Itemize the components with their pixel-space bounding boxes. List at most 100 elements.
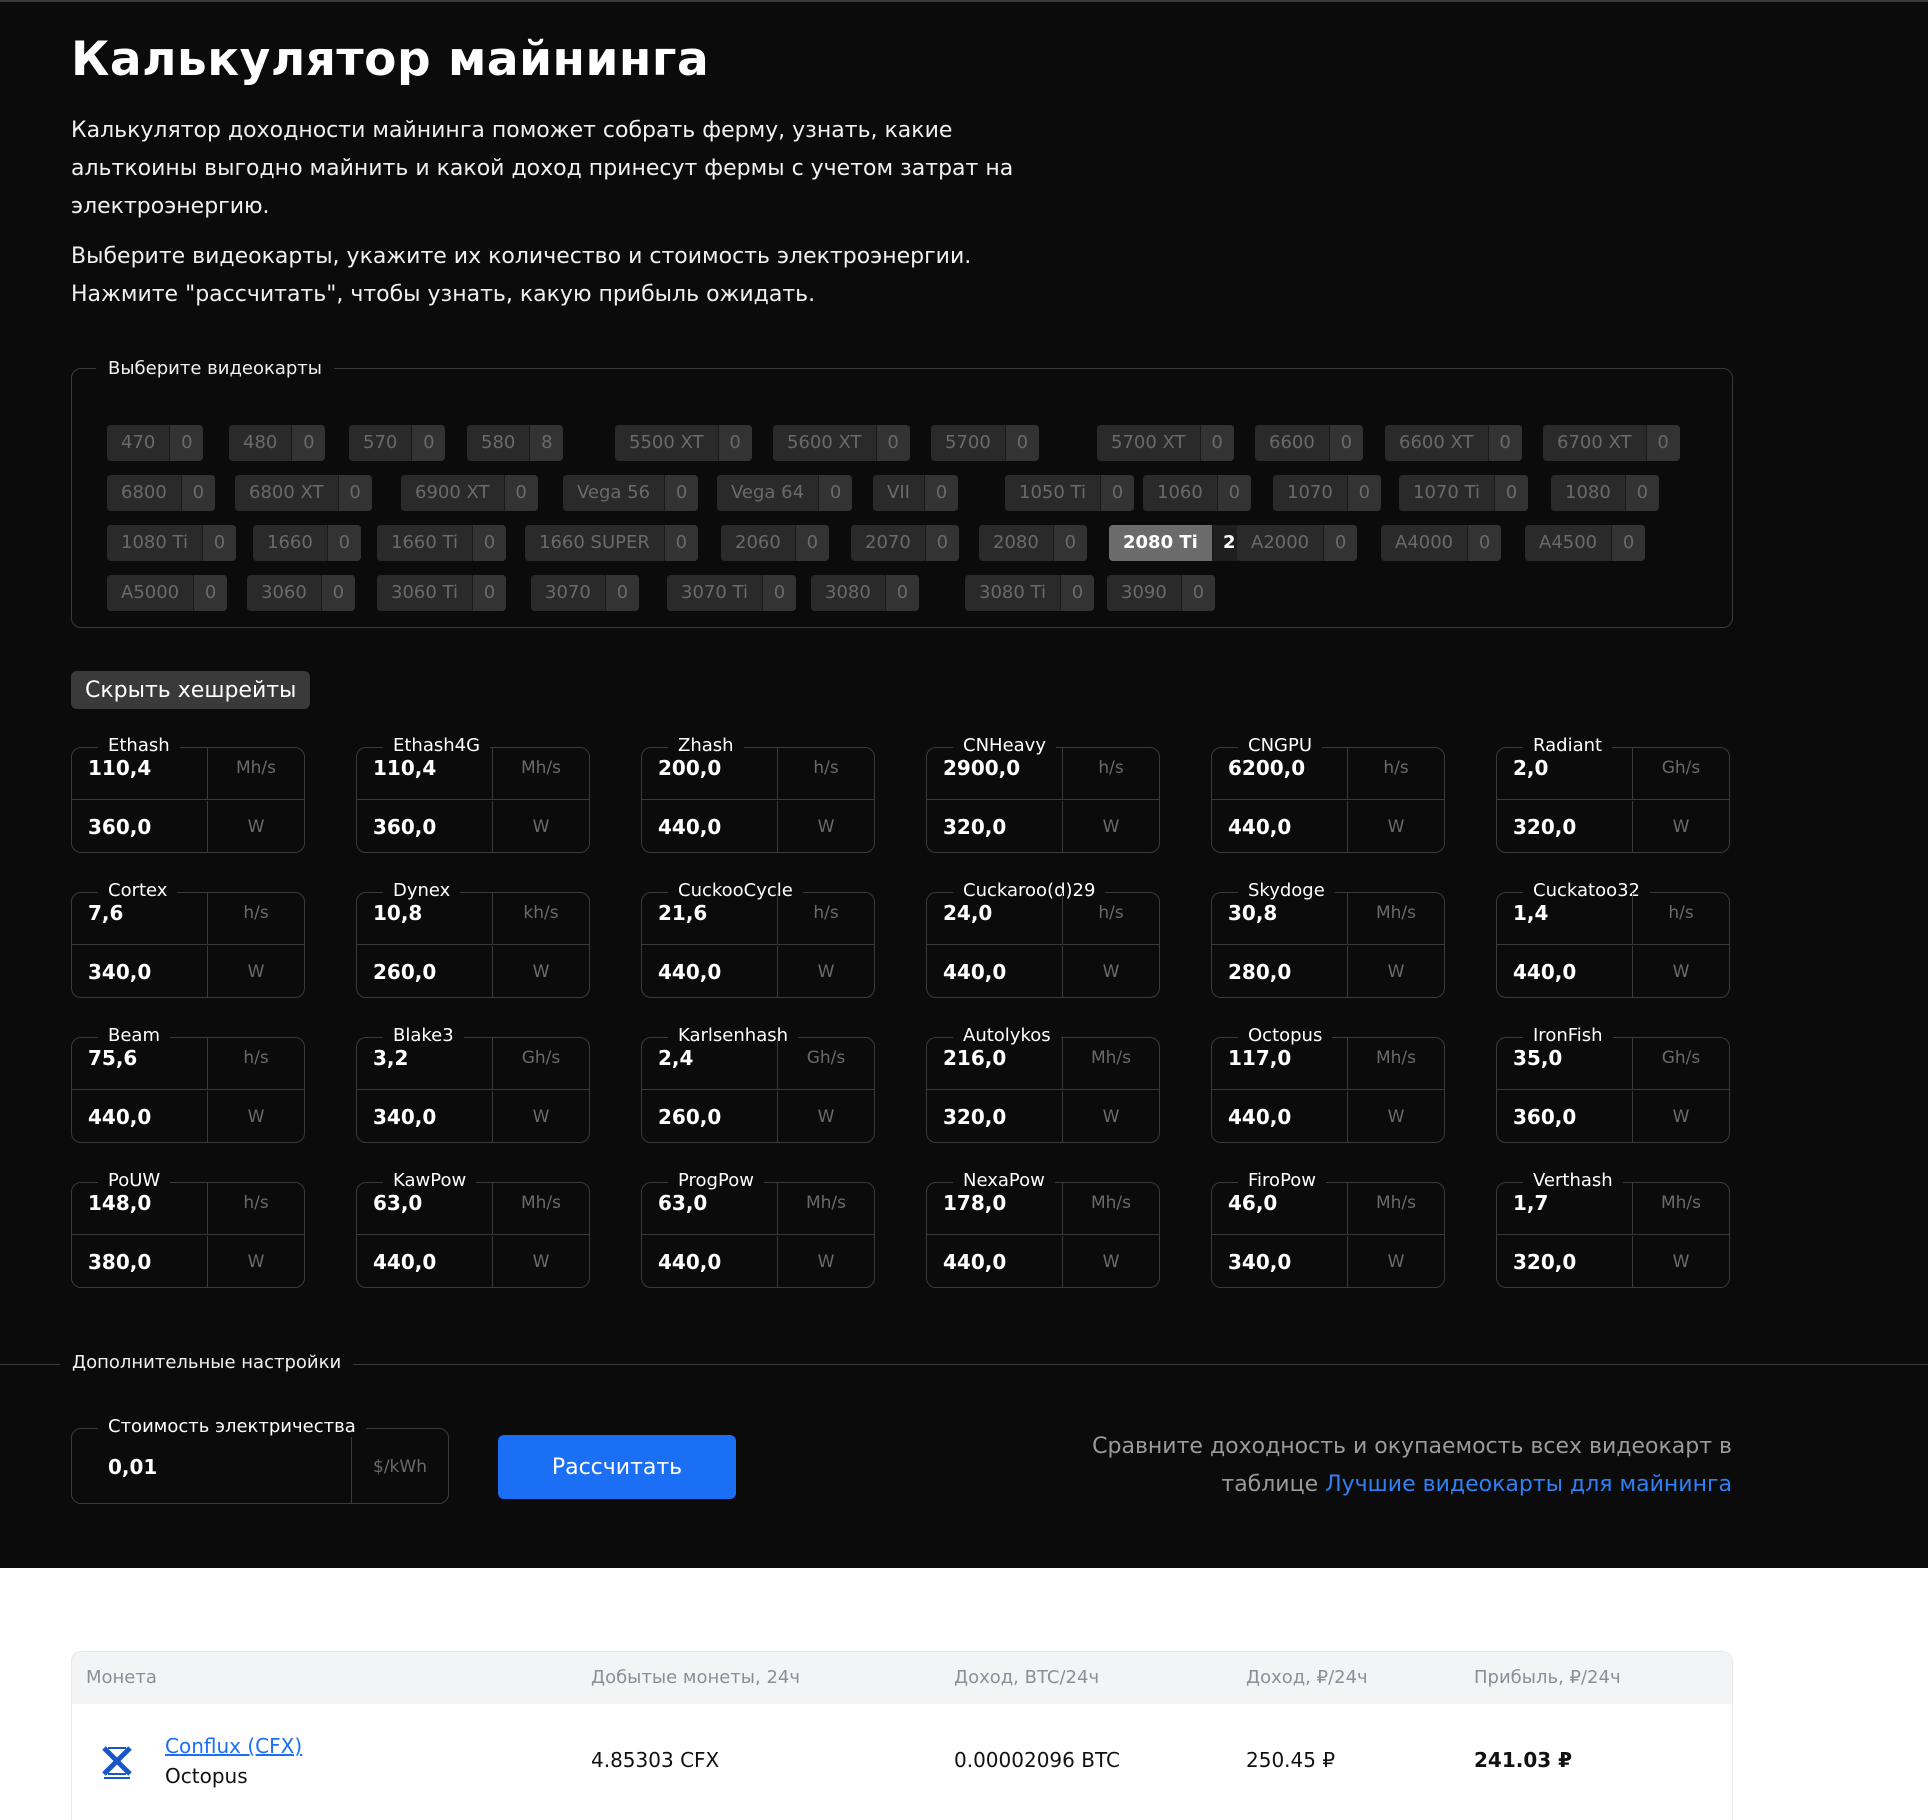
gpu-chip-count[interactable]: 0 [818, 475, 853, 511]
power-input[interactable]: 440,0 [1212, 801, 1348, 853]
hashrate-input[interactable]: 63,0 [642, 1183, 778, 1234]
hashrate-input[interactable]: 117,0 [1212, 1038, 1348, 1089]
hashrate-input[interactable]: 6200,0 [1212, 748, 1348, 799]
hashrate-input[interactable]: 46,0 [1212, 1183, 1348, 1234]
gpu-chip-count[interactable]: 0 [664, 475, 699, 511]
gpu-chip-count[interactable]: 0 [1099, 475, 1134, 511]
gpu-chip[interactable]: 3080 Ti 0 [965, 575, 1094, 611]
hashrate-input[interactable]: 7,6 [72, 893, 208, 944]
power-input[interactable]: 320,0 [927, 1091, 1063, 1143]
hashrate-input[interactable]: 2,0 [1497, 748, 1633, 799]
gpu-chip-count[interactable]: 0 [1323, 525, 1358, 561]
gpu-chip-count[interactable]: 0 [924, 525, 959, 561]
gpu-chip-count[interactable]: 0 [663, 525, 698, 561]
gpu-chip[interactable]: 1660 0 [253, 525, 361, 561]
hashrate-input[interactable]: 110,4 [72, 748, 208, 799]
gpu-chip[interactable]: A5000 0 [107, 575, 228, 611]
gpu-chip[interactable]: 6700 XT 0 [1543, 425, 1680, 461]
gpu-chip-count[interactable]: 0 [291, 425, 326, 461]
gpu-chip[interactable]: 5500 XT 0 [615, 425, 752, 461]
gpu-chip-count[interactable]: 0 [1004, 425, 1039, 461]
power-input[interactable]: 440,0 [927, 1236, 1063, 1288]
hashrate-input[interactable]: 75,6 [72, 1038, 208, 1089]
hashrate-input[interactable]: 35,0 [1497, 1038, 1633, 1089]
gpu-chip[interactable]: Vega 56 0 [563, 475, 699, 511]
power-input[interactable]: 360,0 [357, 801, 493, 853]
gpu-chip-count[interactable]: 0 [1216, 475, 1251, 511]
gpu-chip-count[interactable]: 0 [320, 575, 355, 611]
gpu-chip-count[interactable]: 0 [875, 425, 910, 461]
gpu-chip-count[interactable]: 0 [471, 525, 506, 561]
gpu-chip[interactable]: 1080 0 [1551, 475, 1659, 511]
gpu-chip[interactable]: 3060 Ti 0 [377, 575, 506, 611]
gpu-chip[interactable]: 3080 0 [811, 575, 919, 611]
gpu-chip-count[interactable]: 0 [1052, 525, 1087, 561]
hashrate-input[interactable]: 63,0 [357, 1183, 493, 1234]
gpu-chip-count[interactable]: 0 [884, 575, 919, 611]
gpu-chip[interactable]: 2060 0 [721, 525, 829, 561]
gpu-chip[interactable]: 3070 Ti 0 [667, 575, 796, 611]
power-input[interactable]: 320,0 [927, 801, 1063, 853]
gpu-chip[interactable]: 480 0 [229, 425, 326, 461]
power-input[interactable]: 440,0 [642, 1236, 778, 1288]
gpu-chip[interactable]: 570 0 [349, 425, 446, 461]
gpu-chip[interactable]: 2070 0 [851, 525, 959, 561]
power-input[interactable]: 260,0 [357, 946, 493, 998]
gpu-chip-count[interactable]: 0 [169, 425, 204, 461]
gpu-chip-count[interactable]: 0 [1328, 425, 1363, 461]
gpu-chip-count[interactable]: 0 [923, 475, 958, 511]
gpu-chip[interactable]: 5700 XT 0 [1097, 425, 1234, 461]
power-input[interactable]: 440,0 [642, 801, 778, 853]
gpu-chip[interactable]: 5700 0 [931, 425, 1039, 461]
gpu-chip[interactable]: 1070 0 [1273, 475, 1381, 511]
power-input[interactable]: 320,0 [1497, 801, 1633, 853]
gpu-chip-count[interactable]: 0 [1467, 525, 1502, 561]
power-input[interactable]: 320,0 [1497, 1236, 1633, 1288]
gpu-chip[interactable]: 2080 Ti 2 [1109, 525, 1246, 561]
gpu-chip[interactable]: 580 8 [467, 425, 564, 461]
gpu-chip-count[interactable]: 8 [529, 425, 564, 461]
gpu-chip[interactable]: 470 0 [107, 425, 204, 461]
hashrate-input[interactable]: 30,8 [1212, 893, 1348, 944]
hashrate-input[interactable]: 3,2 [357, 1038, 493, 1089]
power-input[interactable]: 360,0 [72, 801, 208, 853]
electricity-cost-input[interactable]: 0,01 [72, 1429, 352, 1503]
power-input[interactable]: 440,0 [642, 946, 778, 998]
gpu-chip-count[interactable]: 0 [503, 475, 538, 511]
power-input[interactable]: 340,0 [357, 1091, 493, 1143]
gpu-chip-count[interactable]: 0 [1199, 425, 1234, 461]
gpu-chip-count[interactable]: 0 [411, 425, 446, 461]
gpu-chip[interactable]: 5600 XT 0 [773, 425, 910, 461]
gpu-chip-count[interactable]: 0 [180, 475, 215, 511]
best-gpus-link[interactable]: Лучшие видеокарты для майнинга [1325, 1472, 1732, 1497]
gpu-chip[interactable]: 6600 0 [1255, 425, 1363, 461]
hashrate-input[interactable]: 216,0 [927, 1038, 1063, 1089]
gpu-chip[interactable]: VII 0 [873, 475, 958, 511]
power-input[interactable]: 360,0 [1497, 1091, 1633, 1143]
gpu-chip[interactable]: 6800 0 [107, 475, 215, 511]
gpu-chip[interactable]: 2080 0 [979, 525, 1087, 561]
gpu-chip-count[interactable]: 0 [193, 575, 228, 611]
gpu-chip[interactable]: A2000 0 [1237, 525, 1358, 561]
hashrate-input[interactable]: 24,0 [927, 893, 1063, 944]
hashrate-input[interactable]: 148,0 [72, 1183, 208, 1234]
gpu-chip-count[interactable]: 0 [794, 525, 829, 561]
gpu-chip[interactable]: A4500 0 [1525, 525, 1646, 561]
gpu-chip-count[interactable]: 0 [1611, 525, 1646, 561]
hashrate-input[interactable]: 178,0 [927, 1183, 1063, 1234]
gpu-chip-count[interactable]: 0 [326, 525, 361, 561]
power-input[interactable]: 380,0 [72, 1236, 208, 1288]
gpu-chip-count[interactable]: 0 [201, 525, 236, 561]
gpu-chip-count[interactable]: 0 [1487, 425, 1522, 461]
hashrate-input[interactable]: 2900,0 [927, 748, 1063, 799]
table-row[interactable]: Conflux (CFX) Octopus 4.85303 CFX 0.0000… [72, 1704, 1732, 1820]
gpu-chip[interactable]: 1660 Ti 0 [377, 525, 506, 561]
gpu-chip-count[interactable]: 0 [1624, 475, 1659, 511]
power-input[interactable]: 440,0 [1212, 1091, 1348, 1143]
gpu-chip-count[interactable]: 0 [1059, 575, 1094, 611]
gpu-chip-count[interactable]: 0 [717, 425, 752, 461]
gpu-chip[interactable]: 3090 0 [1107, 575, 1215, 611]
hashrate-input[interactable]: 21,6 [642, 893, 778, 944]
gpu-chip-count[interactable]: 0 [1180, 575, 1215, 611]
power-input[interactable]: 440,0 [357, 1236, 493, 1288]
